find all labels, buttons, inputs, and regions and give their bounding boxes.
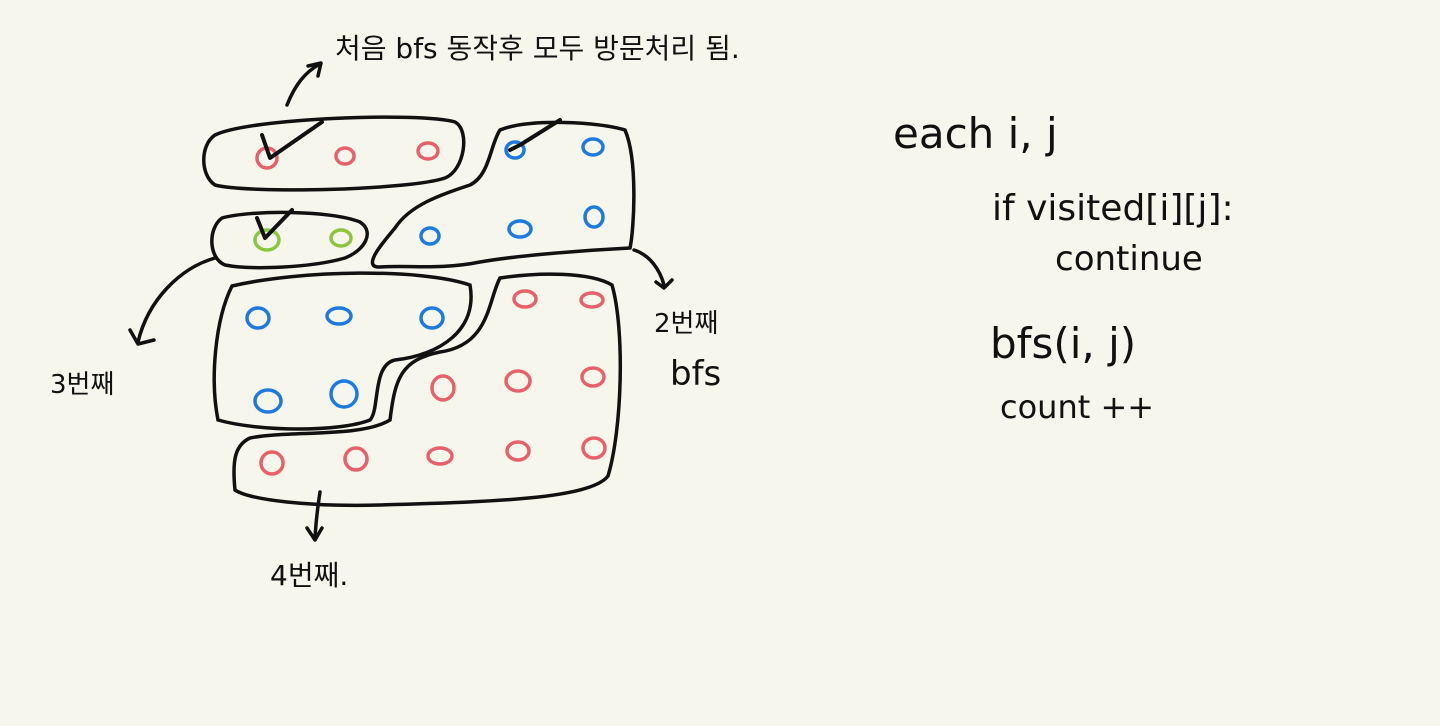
cell-blue: [583, 205, 605, 229]
group-4-cells: [245, 306, 445, 414]
cell-blue: [419, 226, 441, 246]
second-bfs-arrow: [632, 248, 666, 287]
third-bfs-arrow: [136, 256, 217, 344]
cell-blue: [581, 137, 605, 157]
cell-red: [581, 436, 607, 460]
cell-red: [512, 289, 538, 309]
top-note: 처음 bfs 동작후 모두 방문처리 됨.: [335, 32, 740, 65]
cell-green: [329, 228, 353, 248]
group-3-outline: [210, 210, 369, 270]
cell-blue: [329, 379, 359, 409]
cell-red: [343, 446, 369, 472]
group-5-cells: [259, 289, 607, 476]
second-bfs-label-2: bfs: [670, 354, 721, 394]
code-line-continue: continue: [1055, 239, 1203, 279]
diagram-svg: 처음 bfs 동작후 모두 방문처리 됨. 2번째 bfs 3번째 4번째. e…: [50, 32, 1234, 592]
cell-green: [253, 228, 281, 252]
top-note-arrow: [285, 62, 322, 107]
fourth-bfs-label: 4번째.: [270, 559, 348, 592]
checkmark-icon: [260, 120, 324, 160]
cell-red: [334, 146, 356, 166]
cell-red: [430, 374, 456, 402]
third-bfs-label: 3번째: [50, 370, 114, 400]
group-1-outline: [202, 115, 466, 192]
cell-blue: [245, 306, 271, 330]
cell-red: [426, 446, 454, 466]
whiteboard-canvas: 처음 bfs 동작후 모두 방문처리 됨. 2번째 bfs 3번째 4번째. e…: [0, 0, 1440, 726]
code-line-count: count ++: [1000, 388, 1154, 426]
code-line-each: each i, j: [893, 109, 1058, 158]
code-line-if: if visited[i][j]:: [992, 188, 1234, 229]
cell-red: [259, 450, 285, 476]
cell-red: [580, 366, 606, 388]
group-2-outline: [370, 120, 636, 269]
cell-blue: [253, 388, 283, 414]
code-line-bfs: bfs(i, j): [990, 319, 1136, 368]
cell-red: [505, 440, 531, 462]
cell-blue: [419, 306, 445, 330]
cell-red: [579, 291, 605, 309]
cell-blue: [507, 219, 533, 239]
second-bfs-label-1: 2번째: [654, 309, 718, 339]
cell-red: [416, 141, 440, 161]
cell-blue: [325, 306, 353, 326]
cell-red: [504, 369, 532, 393]
